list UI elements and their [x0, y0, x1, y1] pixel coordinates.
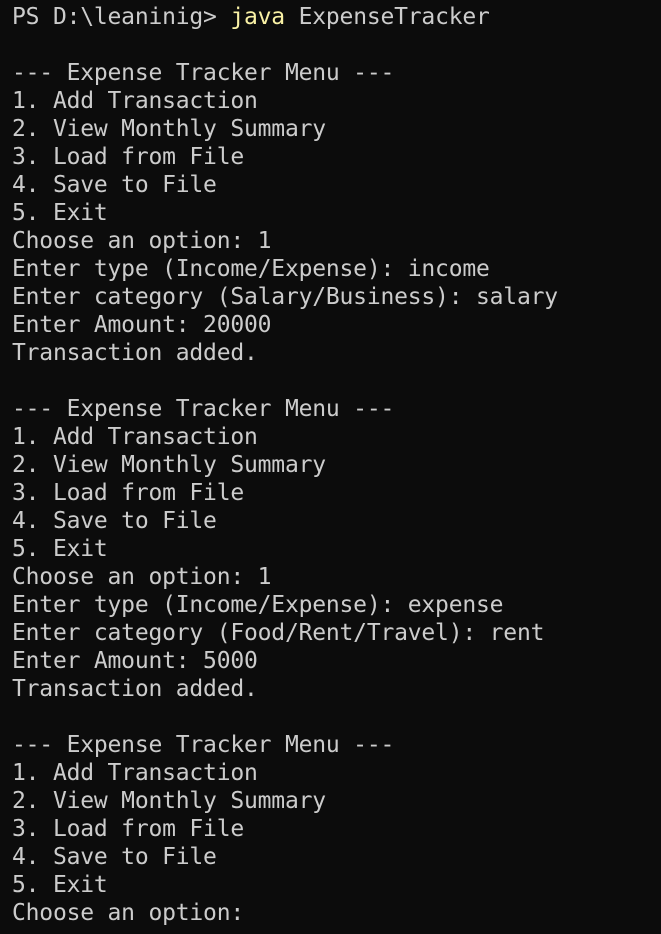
option-prompt: Choose an option:: [12, 900, 258, 926]
command-name: java: [230, 4, 285, 30]
menu-item-add-transaction: 1. Add Transaction: [12, 424, 258, 450]
menu-item-save-file: 4. Save to File: [12, 508, 217, 534]
menu-header: --- Expense Tracker Menu ---: [12, 60, 395, 86]
prompt-path: PS D:\leaninig>: [12, 4, 231, 30]
category-prompt: Enter category (Salary/Business): salary: [12, 284, 558, 310]
status-message: Transaction added.: [12, 340, 258, 366]
option-prompt: Choose an option: 1: [12, 564, 272, 590]
menu-header: --- Expense Tracker Menu ---: [12, 396, 395, 422]
type-prompt: Enter type (Income/Expense): income: [12, 256, 490, 282]
menu-header: --- Expense Tracker Menu ---: [12, 732, 395, 758]
status-message: Transaction added.: [12, 676, 258, 702]
menu-item-save-file: 4. Save to File: [12, 172, 217, 198]
menu-item-exit: 5. Exit: [12, 200, 108, 226]
category-prompt: Enter category (Food/Rent/Travel): rent: [12, 620, 545, 646]
menu-item-exit: 5. Exit: [12, 536, 108, 562]
menu-item-load-file: 3. Load from File: [12, 480, 245, 506]
type-prompt: Enter type (Income/Expense): expense: [12, 592, 504, 618]
menu-item-load-file: 3. Load from File: [12, 816, 245, 842]
menu-item-view-summary: 2. View Monthly Summary: [12, 116, 326, 142]
amount-prompt: Enter Amount: 20000: [12, 312, 272, 338]
active-input-line[interactable]: Choose an option:: [12, 899, 661, 927]
prompt-line: PS D:\leaninig> java ExpenseTracker: [12, 3, 661, 31]
amount-prompt: Enter Amount: 5000: [12, 648, 258, 674]
command-args: ExpenseTracker: [284, 4, 490, 30]
menu-item-save-file: 4. Save to File: [12, 844, 217, 870]
option-prompt: Choose an option: 1: [12, 228, 272, 254]
menu-item-view-summary: 2. View Monthly Summary: [12, 452, 326, 478]
menu-item-add-transaction: 1. Add Transaction: [12, 88, 258, 114]
menu-item-view-summary: 2. View Monthly Summary: [12, 788, 326, 814]
menu-item-exit: 5. Exit: [12, 872, 108, 898]
menu-item-add-transaction: 1. Add Transaction: [12, 760, 258, 786]
terminal-window[interactable]: PS D:\leaninig> java ExpenseTracker --- …: [0, 0, 661, 934]
menu-item-load-file: 3. Load from File: [12, 144, 245, 170]
